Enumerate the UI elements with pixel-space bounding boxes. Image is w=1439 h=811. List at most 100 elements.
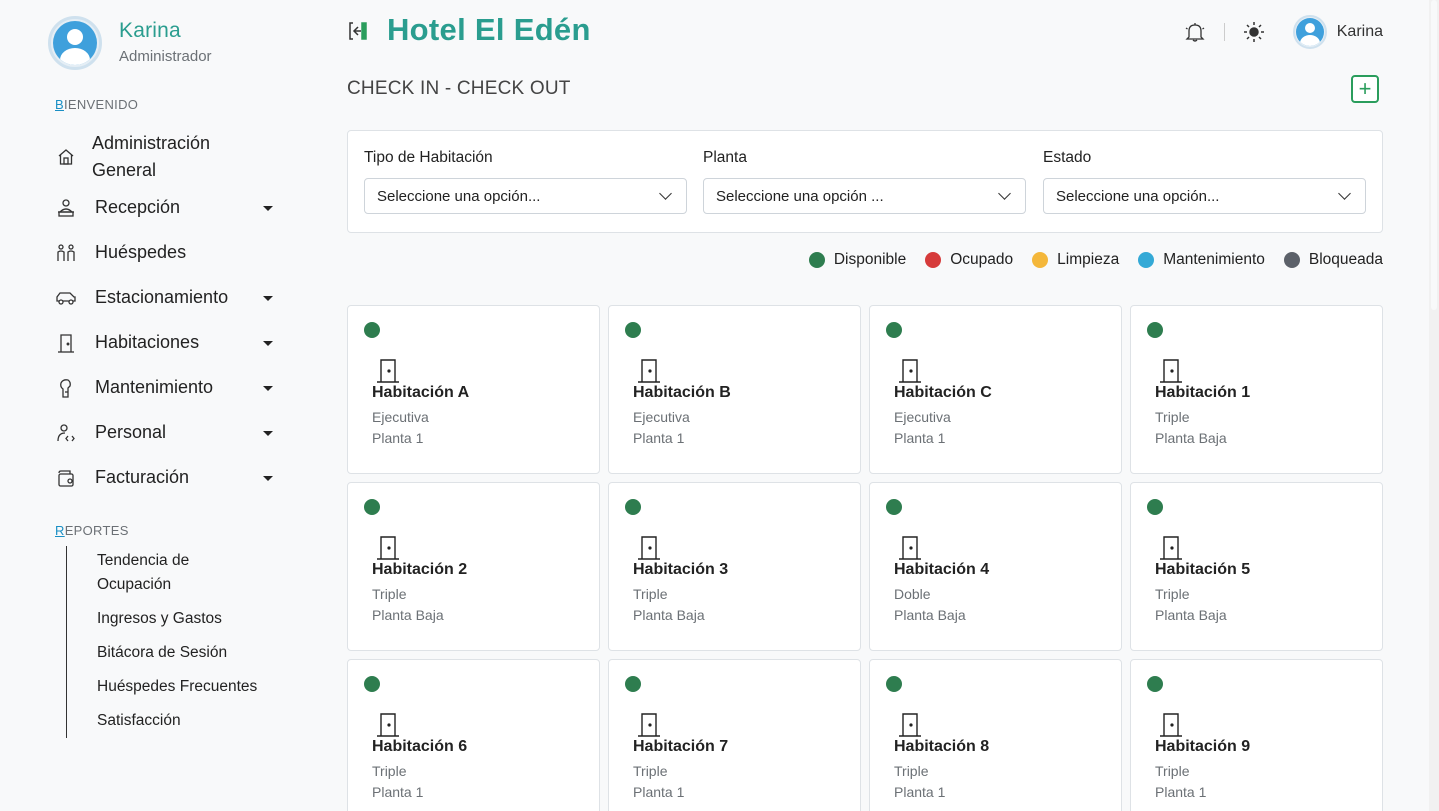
room-type: Ejecutiva — [372, 409, 429, 425]
header-divider — [1223, 23, 1225, 41]
status-dot — [886, 322, 902, 338]
report-bitacora-sesion[interactable]: Bitácora de Sesión — [97, 641, 257, 665]
room-name: Habitación 6 — [372, 738, 468, 755]
sidebar-item-label: Estacionamiento — [95, 287, 229, 307]
status-dot — [1147, 322, 1163, 338]
room-floor: Planta Baja — [372, 607, 444, 623]
header-avatar[interactable] — [1292, 15, 1327, 49]
brand-title: Hotel El Edén — [387, 12, 591, 47]
select-value: Seleccione una opción... — [1056, 187, 1220, 205]
car-icon — [55, 287, 77, 309]
chevron-down-icon — [659, 187, 672, 200]
status-dot — [925, 252, 942, 268]
status-dot — [1138, 252, 1155, 268]
room-floor: Planta 1 — [894, 784, 946, 800]
section-welcome: BIENVENIDO — [55, 97, 139, 112]
status-dot — [886, 676, 902, 692]
report-satisfaccion[interactable]: Satisfacción — [97, 709, 257, 733]
report-ingresos-gastos[interactable]: Ingresos y Gastos — [97, 607, 257, 631]
room-card[interactable]: Habitación 6 Triple Planta 1 — [347, 659, 600, 811]
room-card[interactable]: Habitación 7 Triple Planta 1 — [608, 659, 861, 811]
chevron-down-icon — [263, 475, 273, 481]
filter-planta: Planta Seleccione una opción ... — [703, 149, 1026, 214]
sidebar-item-habitaciones[interactable]: Habitaciones — [55, 320, 285, 365]
rooms-grid: Habitación A Ejecutiva Planta 1 Habitaci… — [347, 305, 1383, 811]
chevron-down-icon — [263, 340, 273, 346]
reception-icon — [55, 197, 77, 219]
sidebar-item-huespedes[interactable]: Huéspedes — [55, 230, 285, 275]
tipo-habitacion-select[interactable]: Seleccione una opción... — [364, 178, 687, 214]
room-name: Habitación 7 — [633, 738, 729, 755]
room-type: Triple — [1155, 586, 1190, 602]
room-type: Ejecutiva — [894, 409, 951, 425]
sidebar-item-recepcion[interactable]: Recepción — [55, 185, 285, 230]
wrench-icon — [55, 377, 77, 399]
sidebar-item-label: Administración General — [92, 132, 211, 180]
room-name: Habitación A — [372, 384, 470, 401]
avatar[interactable] — [48, 16, 102, 70]
header-user-name[interactable]: Karina — [1337, 23, 1383, 41]
top-header: Hotel El Edén Karina — [347, 12, 1383, 52]
status-dot — [625, 499, 641, 515]
chevron-down-icon — [998, 187, 1011, 200]
sidebar-item-administracion-general[interactable]: Administración General — [55, 128, 285, 185]
room-floor: Planta 1 — [633, 430, 685, 446]
status-dot — [625, 322, 641, 338]
room-name: Habitación 4 — [894, 561, 990, 578]
room-card[interactable]: Habitación A Ejecutiva Planta 1 — [347, 305, 600, 474]
sidebar-item-label: Habitaciones — [95, 332, 200, 352]
room-card[interactable]: Habitación B Ejecutiva Planta 1 — [608, 305, 861, 474]
chevron-down-icon — [263, 385, 273, 391]
scrollbar[interactable] — [1429, 0, 1439, 811]
sun-icon[interactable] — [1243, 21, 1265, 43]
room-type: Triple — [1155, 409, 1190, 425]
room-type: Triple — [633, 586, 668, 602]
plus-icon: + — [1358, 76, 1372, 101]
filter-estado: Estado Seleccione una opción... — [1043, 149, 1366, 214]
profile-name: Karina — [119, 19, 181, 42]
room-floor: Planta 1 — [633, 784, 685, 800]
status-dot — [364, 322, 380, 338]
room-type: Triple — [633, 763, 668, 779]
sidebar-item-label: Huéspedes — [95, 242, 187, 262]
room-floor: Planta 1 — [1155, 784, 1207, 800]
sidebar-item-estacionamiento[interactable]: Estacionamiento — [55, 275, 285, 320]
sidebar-item-facturacion[interactable]: Facturación — [55, 455, 285, 500]
room-card[interactable]: Habitación 1 Triple Planta Baja — [1130, 305, 1383, 474]
add-button[interactable]: + — [1351, 75, 1379, 103]
sidebar-item-mantenimiento[interactable]: Mantenimiento — [55, 365, 285, 410]
home-icon — [55, 146, 77, 168]
page-title: CHECK IN - CHECK OUT — [347, 78, 571, 99]
sidebar: Karina Administrador BIENVENIDO Administ… — [0, 0, 315, 811]
profile-role: Administrador — [119, 48, 212, 65]
sidebar-item-label: Recepción — [95, 197, 181, 217]
estado-select[interactable]: Seleccione una opción... — [1043, 178, 1366, 214]
wallet-icon — [55, 467, 77, 489]
room-card[interactable]: Habitación 9 Triple Planta 1 — [1130, 659, 1383, 811]
room-card[interactable]: Habitación 8 Triple Planta 1 — [869, 659, 1122, 811]
report-huespedes-frecuentes[interactable]: Huéspedes Frecuentes — [97, 675, 257, 699]
room-card[interactable]: Habitación 2 Triple Planta Baja — [347, 482, 600, 651]
room-name: Habitación 2 — [372, 561, 468, 578]
status-dot — [625, 676, 641, 692]
room-card[interactable]: Habitación 4 Doble Planta Baja — [869, 482, 1122, 651]
room-card[interactable]: Habitación C Ejecutiva Planta 1 — [869, 305, 1122, 474]
room-type: Triple — [1155, 763, 1190, 779]
profile-card: Karina Administrador — [48, 16, 212, 70]
sidebar-item-personal[interactable]: Personal — [55, 410, 285, 455]
status-dot — [364, 499, 380, 515]
logout-icon[interactable] — [347, 20, 369, 47]
room-name: Habitación B — [633, 384, 731, 401]
bell-icon[interactable] — [1184, 21, 1206, 43]
room-name: Habitación 5 — [1155, 561, 1251, 578]
reports-list: Tendencia de Ocupación Ingresos y Gastos… — [66, 546, 257, 738]
report-tendencia-ocupacion[interactable]: Tendencia de Ocupación — [97, 549, 237, 597]
room-card[interactable]: Habitación 5 Triple Planta Baja — [1130, 482, 1383, 651]
room-card[interactable]: Habitación 3 Triple Planta Baja — [608, 482, 861, 651]
room-name: Habitación C — [894, 384, 992, 401]
planta-select[interactable]: Seleccione una opción ... — [703, 178, 1026, 214]
filter-label: Estado — [1043, 149, 1092, 166]
select-value: Seleccione una opción ... — [716, 187, 884, 205]
legend-mantenimiento: Mantenimiento — [1138, 251, 1265, 269]
legend-disponible: Disponible — [808, 251, 906, 269]
